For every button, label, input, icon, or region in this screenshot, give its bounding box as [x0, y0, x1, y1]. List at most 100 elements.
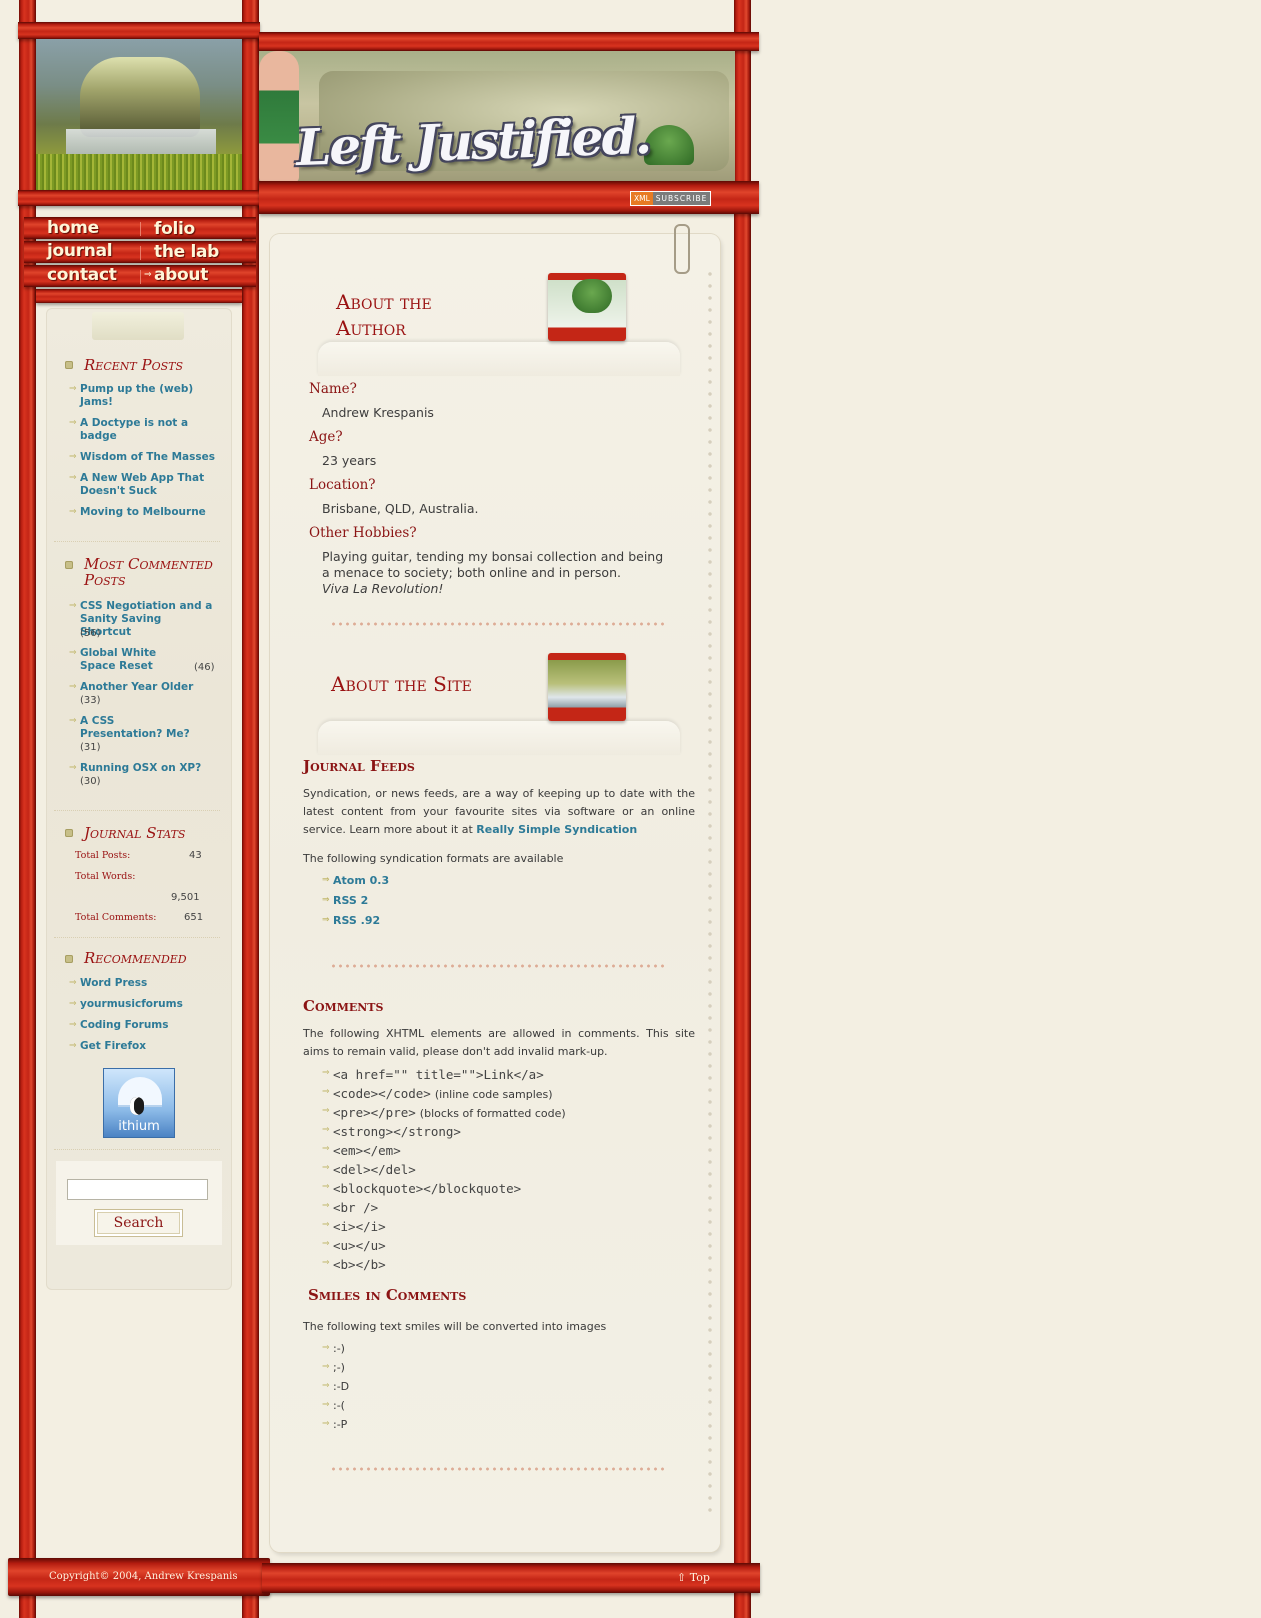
recent-post-link[interactable]: Wisdom of The Masses [69, 451, 220, 464]
allowed-element-item: <strong></strong> [322, 1124, 461, 1139]
subscribe-label: SUBSCRIBE [652, 192, 711, 205]
about-site-header-panel [318, 721, 680, 755]
element-code: <a href="" title="">Link</a> [333, 1067, 544, 1082]
element-code: <code></code> [333, 1086, 431, 1101]
ithium-badge[interactable]: ithium [103, 1068, 175, 1138]
element-code: <pre></pre> [333, 1105, 416, 1120]
allowed-element-item: <em></em> [322, 1143, 401, 1158]
nav-contact[interactable]: contact [47, 265, 117, 285]
total-words-value: 9,501 [171, 892, 200, 903]
photo-frame-icon [548, 653, 626, 721]
allowed-element-item: <i></i> [322, 1219, 386, 1234]
element-note: (inline code samples) [434, 1088, 553, 1101]
pinup-figure [259, 51, 299, 183]
smile-item: :-) [322, 1342, 345, 1355]
comments-heading: Comments [303, 997, 384, 1015]
bonsai-frame-icon [548, 273, 626, 341]
header-photo [36, 39, 242, 194]
recent-post-link[interactable]: Pump up the (web) Jams! [69, 383, 200, 409]
most-commented-link[interactable]: Global White Space Reset [69, 647, 190, 673]
allowed-element-item: <b></b> [322, 1257, 386, 1272]
nav-active-arrow-icon: ⇒ [144, 270, 152, 280]
nav-home[interactable]: home [47, 218, 99, 238]
element-code: <i></i> [333, 1219, 386, 1234]
comments-paragraph: The following XHTML elements are allowed… [303, 1027, 695, 1058]
location-label: Location? [309, 477, 376, 493]
comment-count: (56) [80, 628, 101, 639]
smile-item: ;-) [322, 1361, 345, 1374]
journal-stats-title: Journal Stats [84, 824, 186, 842]
paperclip-icon [674, 224, 690, 274]
penguin-icon [130, 1097, 144, 1115]
nav-bottom-beam [36, 289, 242, 303]
sidebar-divider [54, 1149, 220, 1150]
right-post [734, 0, 751, 1618]
search-input[interactable] [67, 1179, 208, 1200]
smiles-intro: The following text smiles will be conver… [303, 1320, 607, 1333]
element-code: <br /> [333, 1200, 379, 1215]
feed-link-rss2[interactable]: RSS 2 [322, 894, 368, 907]
site-logo[interactable]: Left Justified. [295, 106, 651, 177]
age-label: Age? [309, 429, 343, 445]
top-beam-left [18, 22, 260, 39]
header-bottom-beam [18, 190, 260, 206]
tape-decoration [92, 312, 184, 340]
element-code: <strong></strong> [333, 1124, 461, 1139]
recommended-link[interactable]: Word Press [69, 977, 220, 990]
recommended-link[interactable]: Get Firefox [69, 1040, 220, 1053]
recent-post-link[interactable]: Moving to Melbourne [69, 506, 220, 519]
comment-count: (31) [80, 742, 101, 753]
recommended-link[interactable]: Coding Forums [69, 1019, 220, 1032]
copyright-text: Copyright© 2004, Andrew Krespanis [49, 1571, 238, 1582]
section-divider [330, 964, 665, 968]
back-to-top-link[interactable]: ⇧ Top [677, 1571, 710, 1584]
nav-about[interactable]: about [154, 265, 208, 285]
sidebar-divider [54, 541, 220, 542]
nav-separator [140, 222, 141, 236]
about-author-title-line1: About the [336, 290, 432, 314]
total-comments-value: 651 [184, 912, 204, 923]
allowed-element-item: <pre></pre>(blocks of formatted code) [322, 1105, 566, 1120]
element-code: <em></em> [333, 1143, 401, 1158]
hobbies-line-2: a menace to society; both online and in … [322, 565, 621, 580]
allowed-element-item: <br /> [322, 1200, 379, 1215]
recent-post-link[interactable]: A Doctype is not a badge [69, 417, 195, 443]
xml-subscribe-badge[interactable]: XML SUBSCRIBE [630, 191, 712, 206]
nav-journal[interactable]: journal [47, 241, 113, 261]
formats-intro: The following syndication formats are av… [303, 852, 564, 865]
recommended-link[interactable]: yourmusicforums [69, 998, 220, 1011]
search-button[interactable]: Search [94, 1209, 183, 1237]
recent-post-link[interactable]: A New Web App That Doesn't Suck [69, 472, 210, 498]
bullet-icon [65, 561, 73, 569]
total-posts-value: 43 [189, 850, 202, 861]
smile-item: :-D [322, 1380, 349, 1393]
nav-separator [140, 246, 141, 260]
feeds-paragraph: Syndication, or news feeds, are a way of… [303, 785, 695, 839]
hobbies-line-3: Viva La Revolution! [322, 581, 444, 596]
recent-posts-title: Recent Posts [84, 356, 184, 374]
rss-info-link[interactable]: Really Simple Syndication [476, 823, 637, 836]
up-arrow-icon: ⇧ [677, 1571, 687, 1584]
most-commented-title: Most Commented Posts [84, 555, 213, 589]
nav-folio[interactable]: folio [154, 219, 195, 239]
most-commented-link[interactable]: A CSS Presentation? Me? [69, 715, 200, 741]
smiles-heading: Smiles in Comments [308, 1286, 467, 1304]
nav-the-lab[interactable]: the lab [154, 242, 219, 262]
smile-item: :-( [322, 1399, 345, 1412]
total-words-label: Total Words: [75, 871, 136, 882]
journal-feeds-heading: Journal Feeds [303, 757, 415, 775]
allowed-element-item: <blockquote></blockquote> [322, 1181, 521, 1196]
most-commented-link[interactable]: Running OSX on XP? [69, 762, 220, 775]
top-label: Top [689, 1571, 710, 1584]
feed-link-atom[interactable]: Atom 0.3 [322, 874, 389, 887]
feed-link-rss092[interactable]: RSS .92 [322, 914, 380, 927]
hobbies-label: Other Hobbies? [309, 525, 417, 541]
section-divider [330, 622, 665, 626]
allowed-element-item: <u></u> [322, 1238, 386, 1253]
element-code: <u></u> [333, 1238, 386, 1253]
recommended-title: Recommended [84, 949, 187, 967]
most-commented-link[interactable]: Another Year Older [69, 681, 220, 694]
comment-count: (33) [80, 695, 101, 706]
name-value: Andrew Krespanis [322, 405, 434, 420]
hobbies-line-1: Playing guitar, tending my bonsai collec… [322, 549, 664, 564]
